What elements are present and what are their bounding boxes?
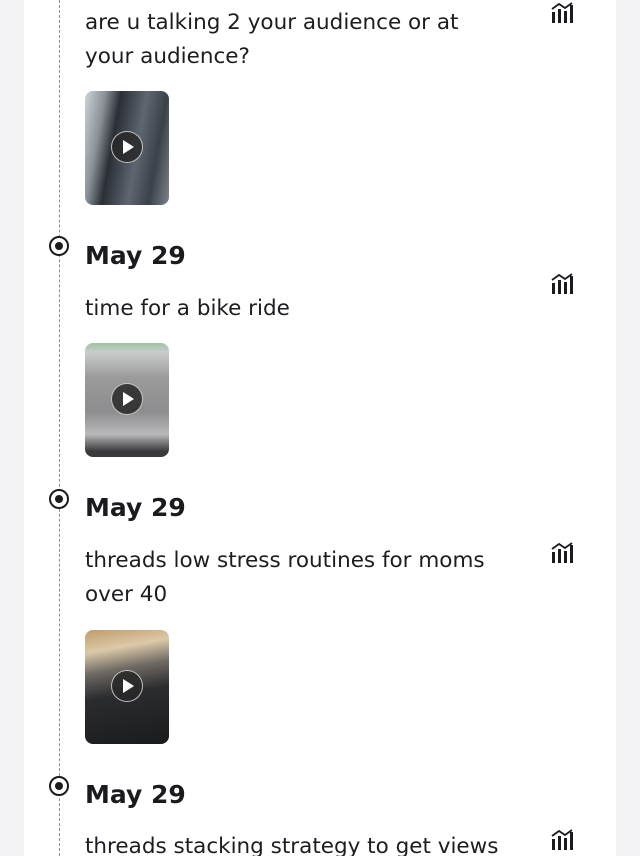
post-text: time for a bike ride: [85, 296, 290, 321]
post-text: threads low stress routines for moms ove…: [85, 548, 485, 607]
timeline-dot-icon: [49, 489, 69, 509]
chart-stats-icon[interactable]: [550, 273, 574, 295]
chart-stats-icon[interactable]: [550, 542, 574, 564]
timeline-dot-icon: [49, 236, 69, 256]
video-thumbnail[interactable]: [85, 91, 169, 205]
chart-stats-icon[interactable]: [550, 829, 574, 851]
play-icon[interactable]: [111, 383, 143, 415]
entry-date: May 29: [85, 241, 186, 270]
timeline-dot-icon: [49, 776, 69, 796]
post-text: are u talking 2 your audience or at your…: [85, 10, 459, 69]
timeline-line: [59, 0, 60, 856]
play-icon[interactable]: [111, 131, 143, 163]
chart-stats-icon[interactable]: [550, 2, 574, 24]
play-icon[interactable]: [111, 670, 143, 702]
video-thumbnail[interactable]: [85, 630, 169, 744]
entry-date: May 29: [85, 780, 186, 809]
entry-date: May 29: [85, 493, 186, 522]
post-text: threads stacking strategy to get views: [85, 834, 499, 856]
timeline-card: are u talking 2 your audience or at your…: [24, 0, 616, 856]
video-thumbnail[interactable]: [85, 343, 169, 457]
